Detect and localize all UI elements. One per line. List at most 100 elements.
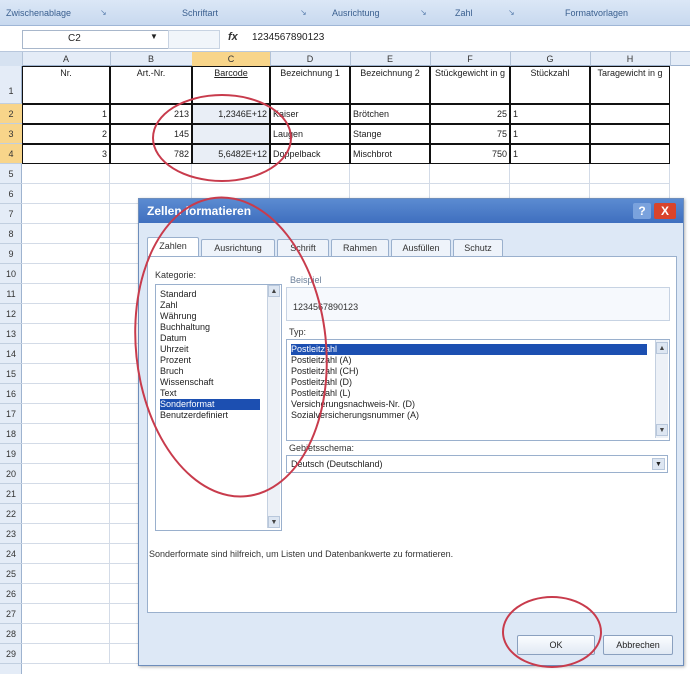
help-icon[interactable]: ? [633, 203, 651, 219]
cell[interactable] [510, 164, 590, 184]
data-cell[interactable]: 2 [22, 124, 110, 144]
cell[interactable] [22, 484, 110, 504]
cell[interactable] [22, 584, 110, 604]
data-cell[interactable]: Brötchen [350, 104, 430, 124]
cell[interactable] [350, 164, 430, 184]
category-item[interactable]: Währung [160, 311, 260, 322]
cell[interactable] [22, 244, 110, 264]
category-item[interactable]: Text [160, 388, 260, 399]
header-cell[interactable]: Taragewicht in g [590, 66, 670, 104]
header-cell[interactable]: Barcode [192, 66, 270, 104]
cell[interactable] [22, 524, 110, 544]
cell[interactable] [22, 464, 110, 484]
cell[interactable] [22, 564, 110, 584]
data-cell[interactable]: 213 [110, 104, 192, 124]
cell[interactable] [22, 384, 110, 404]
category-item[interactable]: Buchhaltung [160, 322, 260, 333]
data-cell[interactable]: 75 [430, 124, 510, 144]
data-cell[interactable]: 1 [510, 124, 590, 144]
cell[interactable] [22, 624, 110, 644]
cell[interactable] [22, 644, 110, 664]
header-cell[interactable]: Bezeichnung 1 [270, 66, 350, 104]
locale-select[interactable]: Deutsch (Deutschland) ▼ [286, 455, 668, 473]
data-cell[interactable]: 1 [510, 104, 590, 124]
cell[interactable] [22, 404, 110, 424]
data-cell[interactable]: 782 [110, 144, 192, 164]
cell[interactable] [22, 304, 110, 324]
data-cell[interactable]: Kaiser [270, 104, 350, 124]
barcode-cell[interactable] [192, 124, 270, 144]
cell[interactable] [22, 344, 110, 364]
cell[interactable] [22, 164, 110, 184]
data-cell[interactable]: Mischbrot [350, 144, 430, 164]
data-cell[interactable]: 25 [430, 104, 510, 124]
type-item[interactable]: Postleitzahl (D) [291, 377, 647, 388]
type-item[interactable]: Versicherungsnachweis-Nr. (D) [291, 399, 647, 410]
header-cell[interactable]: Stückzahl [510, 66, 590, 104]
tab-rahmen[interactable]: Rahmen [331, 239, 389, 257]
type-scrollbar[interactable]: ▲ ▼ [655, 340, 668, 438]
chevron-up-icon[interactable]: ▲ [656, 342, 668, 354]
data-cell[interactable]: Doppelback [270, 144, 350, 164]
cell[interactable] [22, 224, 110, 244]
category-item[interactable]: Datum [160, 333, 260, 344]
cell[interactable] [270, 164, 350, 184]
close-icon[interactable]: X [654, 203, 676, 219]
chevron-down-icon[interactable]: ▼ [268, 516, 280, 528]
tab-schutz[interactable]: Schutz [453, 239, 503, 257]
type-item[interactable]: Postleitzahl (L) [291, 388, 647, 399]
cell[interactable] [22, 504, 110, 524]
cell[interactable] [22, 184, 110, 204]
cell[interactable] [22, 444, 110, 464]
barcode-cell[interactable]: 5,6482E+12 [192, 144, 270, 164]
cell[interactable] [22, 424, 110, 444]
chevron-down-icon[interactable]: ▼ [656, 424, 668, 436]
header-cell[interactable]: Art.-Nr. [110, 66, 192, 104]
chevron-down-icon[interactable]: ▼ [652, 458, 665, 470]
type-item[interactable]: Postleitzahl [291, 344, 647, 355]
category-item[interactable]: Prozent [160, 355, 260, 366]
data-cell[interactable] [590, 144, 670, 164]
category-item[interactable]: Zahl [160, 300, 260, 311]
cell[interactable] [110, 164, 192, 184]
category-item[interactable]: Benutzerdefiniert [160, 410, 260, 421]
category-list[interactable]: ▲ ▼ Standard Zahl Währung Buchhaltung Datum U… [155, 284, 282, 531]
cell[interactable] [22, 364, 110, 384]
tab-schrift[interactable]: Schrift [277, 239, 329, 257]
cell[interactable] [22, 284, 110, 304]
data-cell[interactable]: 750 [430, 144, 510, 164]
cell[interactable] [590, 164, 670, 184]
header-cell[interactable]: Stückgewicht in g [430, 66, 510, 104]
type-item[interactable]: Postleitzahl (CH) [291, 366, 647, 377]
type-item[interactable]: Sozialversicherungsnummer (A) [291, 410, 647, 421]
header-cell[interactable]: Bezeichnung 2 [350, 66, 430, 104]
dialog-title-bar[interactable]: Zellen formatieren ? X [139, 199, 683, 223]
cell[interactable] [22, 264, 110, 284]
category-item[interactable]: Wissenschaft [160, 377, 260, 388]
data-cell[interactable]: 3 [22, 144, 110, 164]
cell[interactable] [22, 544, 110, 564]
barcode-cell[interactable]: 1,2346E+12 [192, 104, 270, 124]
data-cell[interactable]: 1 [22, 104, 110, 124]
category-item[interactable]: Standard [160, 289, 260, 300]
ok-button[interactable]: OK [517, 635, 595, 655]
tab-ausrichtung[interactable]: Ausrichtung [201, 239, 275, 257]
category-item[interactable]: Bruch [160, 366, 260, 377]
cell[interactable] [22, 204, 110, 224]
data-cell[interactable] [590, 124, 670, 144]
cancel-button[interactable]: Abbrechen [603, 635, 673, 655]
cell[interactable] [192, 164, 270, 184]
type-item[interactable]: Postleitzahl (A) [291, 355, 647, 366]
cell[interactable] [22, 324, 110, 344]
data-cell[interactable]: Stange [350, 124, 430, 144]
cell[interactable] [22, 604, 110, 624]
category-scrollbar[interactable]: ▲ ▼ [267, 285, 280, 528]
type-list[interactable]: ▲ ▼ Postleitzahl Postleitzahl (A) Postleit… [286, 339, 670, 441]
header-cell[interactable]: Nr. [22, 66, 110, 104]
category-item[interactable]: Sonderformat [160, 399, 260, 410]
cell[interactable] [430, 164, 510, 184]
data-cell[interactable] [590, 104, 670, 124]
data-cell[interactable]: 1 [510, 144, 590, 164]
data-cell[interactable]: Laugen [270, 124, 350, 144]
data-cell[interactable]: 145 [110, 124, 192, 144]
